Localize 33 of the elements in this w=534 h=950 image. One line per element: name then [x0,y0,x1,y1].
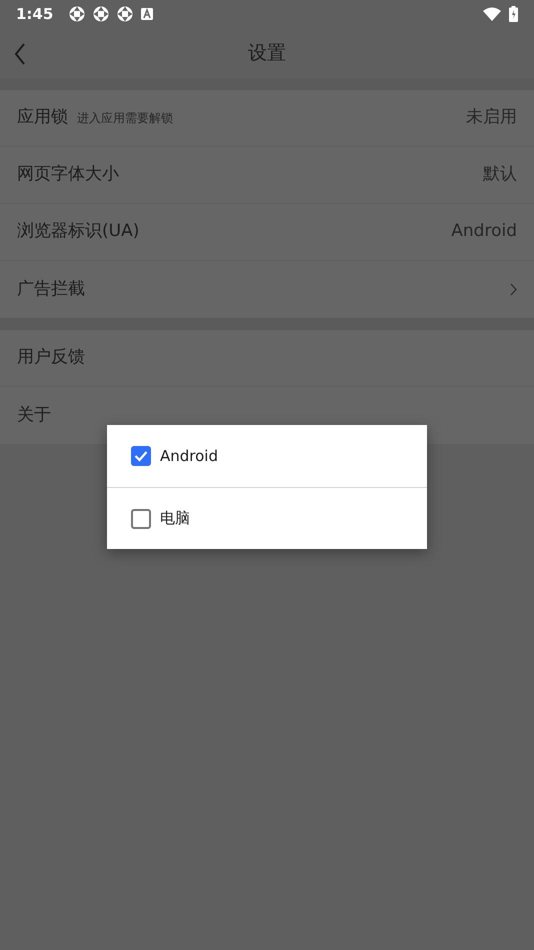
app-notification-icon [93,6,110,22]
setting-label: 浏览器标识(UA) [17,220,140,244]
setting-label: 关于 [17,404,51,427]
setting-label: 应用锁 [17,106,68,130]
settings-row[interactable]: 浏览器标识(UA) Android [0,204,534,261]
setting-label: 网页字体大小 [17,163,119,186]
back-icon [14,42,26,65]
settings-row[interactable]: 广告拦截 [0,261,534,318]
setting-value: Android [451,220,517,244]
option-label: Android [160,446,218,467]
checkbox[interactable] [131,446,151,466]
setting-description: 进入应用需要解锁 [77,110,173,127]
settings-row[interactable]: 用户反馈 [0,330,534,387]
wifi-icon [483,7,501,21]
app-notification-icon [117,6,134,22]
settings-row[interactable]: 应用锁 进入应用需要解锁 未启用 [0,90,534,147]
option-item[interactable]: Android [107,425,427,487]
chevron-right-icon [510,283,517,296]
status-time: 1:45 [16,4,54,25]
setting-value: 未启用 [466,106,517,130]
page-title: 设置 [248,40,286,66]
back-button[interactable] [14,41,26,65]
setting-label: 用户反馈 [17,346,85,370]
option-label: 电脑 [160,508,190,530]
setting-label: 广告拦截 [17,278,85,301]
option-item[interactable]: 电脑 [107,487,427,549]
battery-icon [509,6,518,22]
app-notification-icon [69,6,86,22]
settings-row[interactable]: 网页字体大小 默认 [0,147,534,204]
keyboard-notification-icon [141,8,154,20]
setting-value: 默认 [483,163,517,186]
checkbox[interactable] [131,508,151,528]
check-icon [134,450,148,462]
